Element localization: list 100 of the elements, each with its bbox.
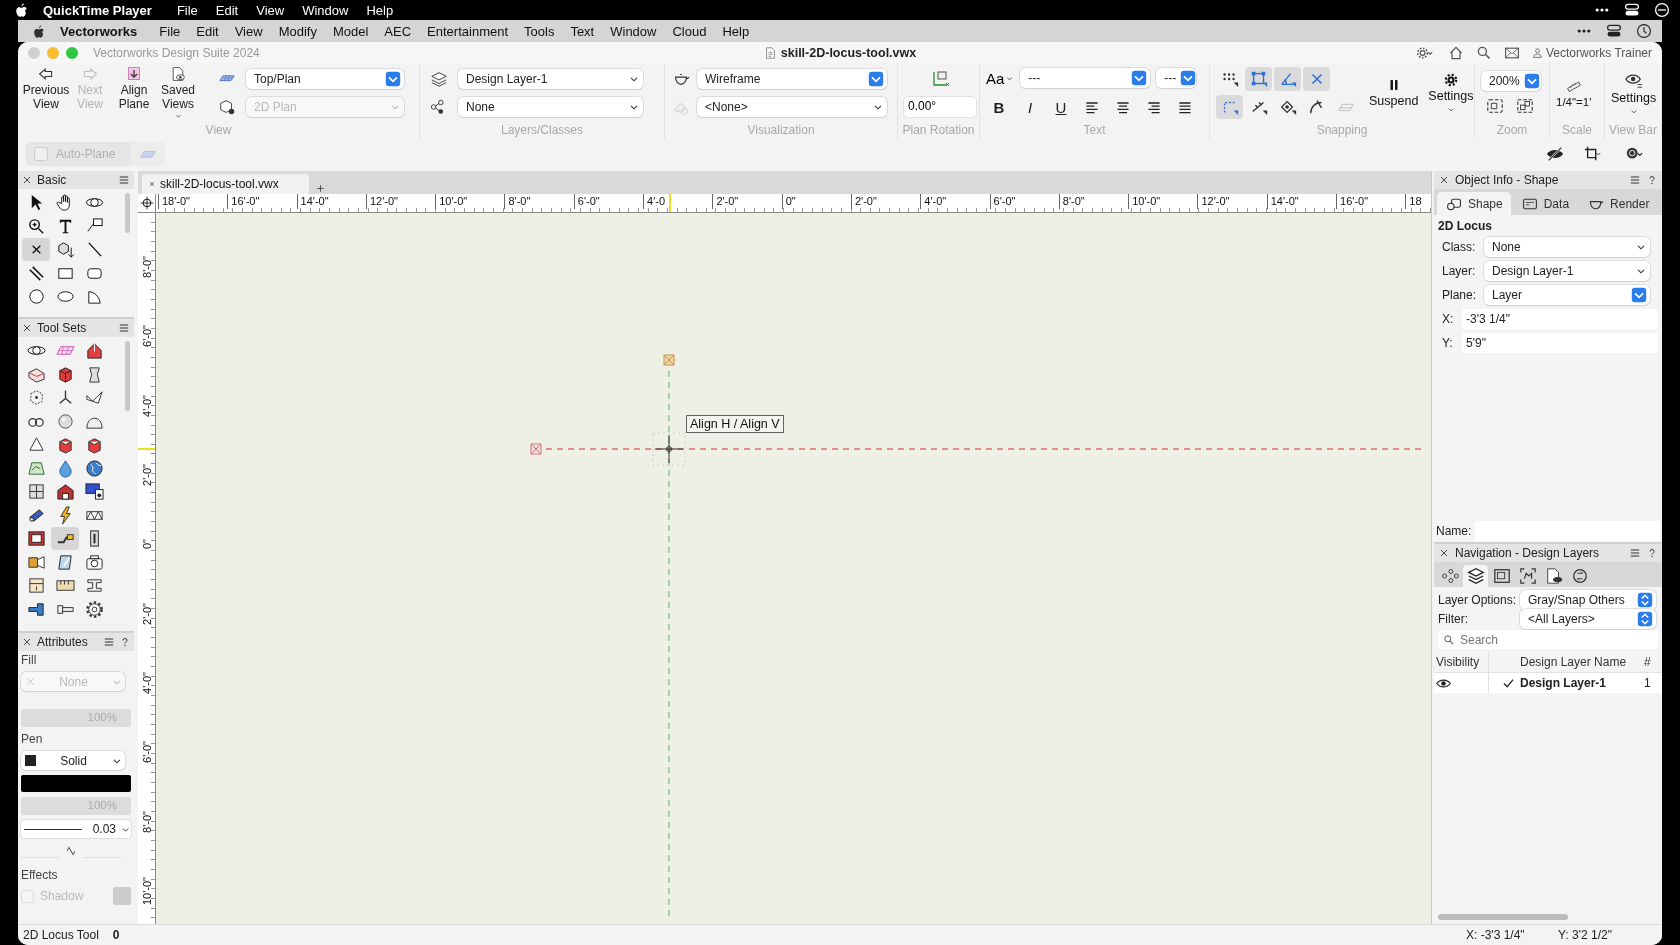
render-mode-dropdown[interactable]: Wireframe xyxy=(697,69,887,90)
lighting-dropdown[interactable]: <None> xyxy=(697,97,887,118)
coordinate-readout: Y: 3'2 1/2" xyxy=(1558,928,1613,943)
ruler-label: 2'-0" xyxy=(140,464,153,486)
bold-button[interactable]: B xyxy=(986,96,1012,119)
object-dropdown[interactable]: None xyxy=(1484,237,1650,258)
menu-item[interactable]: Edit xyxy=(188,23,227,39)
menu-item[interactable]: Window xyxy=(293,2,358,18)
ruler-label: 2'-0" xyxy=(850,194,921,210)
menu-item[interactable]: Entertainment xyxy=(419,23,517,39)
ruler-label: 18'-0" xyxy=(158,194,228,210)
ruler-label: 10'-0" xyxy=(435,194,505,210)
menu-item[interactable]: Model xyxy=(324,23,377,39)
field-label: Filter: xyxy=(1438,611,1469,626)
text-style-button[interactable]: Aa xyxy=(986,69,1015,87)
ruler-label: 8'-0" xyxy=(140,810,153,833)
italic-button[interactable]: I xyxy=(1017,96,1043,119)
underline-button[interactable]: U xyxy=(1048,96,1074,119)
pen-style-dropdown[interactable]: Solid xyxy=(21,751,125,771)
status-text: 2D Locus Tool xyxy=(23,928,99,943)
view-bar-settings-button[interactable]: Settings xyxy=(1611,70,1657,116)
menu-item[interactable]: Modify xyxy=(270,23,325,39)
ruler-label: 8'-0" xyxy=(1058,194,1129,210)
field-label: Class: xyxy=(1442,240,1477,255)
field-label: Layer: xyxy=(1442,264,1477,279)
ruler-label: 4'-0" xyxy=(140,671,153,694)
menu-item[interactable]: File xyxy=(167,2,207,18)
panel-title: Object Info - Shape xyxy=(1455,173,1560,188)
selection-count: 0 xyxy=(112,928,120,943)
layer-dropdown[interactable]: Design Layer-1 xyxy=(458,69,643,90)
layer-number: 1 xyxy=(1644,676,1652,691)
object-dropdown[interactable]: Design Layer-1 xyxy=(1484,261,1650,282)
tooltip: Align H / Align V xyxy=(686,415,784,434)
field-label: Name: xyxy=(1436,524,1472,539)
ruler-label: 0" xyxy=(140,539,153,550)
scale-button[interactable]: 1/4"=1' xyxy=(1556,78,1592,109)
field-label: Y: xyxy=(1442,336,1454,351)
app-menu[interactable]: QuickTime Player xyxy=(29,2,168,18)
menu-item[interactable]: Tools xyxy=(516,23,563,39)
menu-item[interactable]: Help xyxy=(714,23,758,39)
ruler-label: 10'-0" xyxy=(140,876,153,905)
class-dropdown[interactable]: None xyxy=(458,97,643,118)
field-label: Plane: xyxy=(1442,288,1478,303)
app-menu[interactable]: Vectorworks xyxy=(46,23,152,39)
menu-item[interactable]: Window xyxy=(602,23,665,39)
column-header[interactable]: # xyxy=(1644,654,1662,669)
ruler-label: 2'-0" xyxy=(712,194,782,210)
menu-item[interactable]: Edit xyxy=(206,2,248,18)
zoom-dropdown[interactable]: 200% xyxy=(1481,71,1541,92)
layer-options-dropdown[interactable]: Gray/Snap Others xyxy=(1520,589,1656,610)
font-dropdown[interactable]: --- xyxy=(1020,68,1151,89)
panel-tab[interactable]: Render xyxy=(1579,192,1658,216)
snap-settings-button[interactable]: Settings xyxy=(1426,72,1476,114)
ruler-label: 12'-0" xyxy=(1197,194,1267,210)
menu-item[interactable]: File xyxy=(151,23,189,39)
ruler-label: 16'-0" xyxy=(1336,194,1406,210)
menu-item[interactable]: Help xyxy=(357,2,403,18)
layer-name[interactable]: Design Layer-1 xyxy=(1516,676,1644,691)
saved-views-button[interactable]: Saved Views xyxy=(156,66,200,121)
menu-item[interactable]: Text xyxy=(562,23,603,39)
coordinate-field[interactable]: -3'3 1/4" xyxy=(1462,309,1658,330)
font-size-dropdown[interactable]: --- xyxy=(1156,68,1197,89)
ruler-label: 2'-0" xyxy=(140,602,153,625)
previous-view-button[interactable]: Previous View xyxy=(24,66,68,121)
account-button[interactable]: Vectorworks Trainer xyxy=(1531,45,1652,60)
plan-rotation-field[interactable]: 0.00° xyxy=(904,97,976,118)
ruler-label: 14'-0" xyxy=(1266,194,1337,210)
coordinate-readout: X: -3'3 1/4" xyxy=(1466,928,1526,943)
search-field[interactable]: Search xyxy=(1438,630,1658,650)
group-label: Zoom xyxy=(1495,123,1529,140)
document-title: skill-2D-locus-tool.vwx xyxy=(780,45,917,60)
coordinate-field[interactable]: 5'9" xyxy=(1462,333,1658,354)
menu-item[interactable]: View xyxy=(247,2,294,18)
menu-item[interactable]: Cloud xyxy=(664,23,715,39)
window-title: Vectorworks Design Suite 2024 xyxy=(93,45,260,60)
menu-item[interactable]: View xyxy=(226,23,271,39)
panel-tab[interactable]: Data xyxy=(1512,192,1578,216)
ruler-label: 8'-0" xyxy=(504,194,574,210)
ruler-label: 6'-0" xyxy=(140,741,153,764)
line-weight-dropdown[interactable]: 0.03 xyxy=(21,820,131,839)
view-dropdown[interactable]: Top/Plan xyxy=(246,69,404,90)
panel-tab[interactable]: Shape xyxy=(1437,192,1511,216)
ruler-label: 6'-0" xyxy=(140,325,153,348)
palette-title: Attributes xyxy=(37,635,89,650)
section-label: Effects xyxy=(21,868,59,883)
menu-item[interactable]: AEC xyxy=(376,23,420,39)
group-label: Text xyxy=(1082,123,1107,140)
group-label: View xyxy=(204,123,233,140)
group-label: Visualization xyxy=(746,123,816,140)
ruler-label: 4'-0" xyxy=(920,194,990,210)
column-header[interactable]: Visibility xyxy=(1436,654,1488,669)
column-header[interactable]: Design Layer Name xyxy=(1516,654,1644,669)
group-label: Plan Rotation xyxy=(901,123,976,140)
filter-dropdown[interactable]: <All Layers> xyxy=(1520,608,1656,629)
align-plane-button[interactable]: Align Plane xyxy=(112,66,156,121)
section-label: Pen xyxy=(21,732,44,747)
document-tab[interactable]: skill-2D-locus-tool.vwx xyxy=(142,174,309,195)
field-label: Layer Options: xyxy=(1438,592,1518,607)
object-dropdown[interactable]: Layer xyxy=(1484,285,1650,306)
suspend-button[interactable]: Suspend xyxy=(1367,78,1421,109)
